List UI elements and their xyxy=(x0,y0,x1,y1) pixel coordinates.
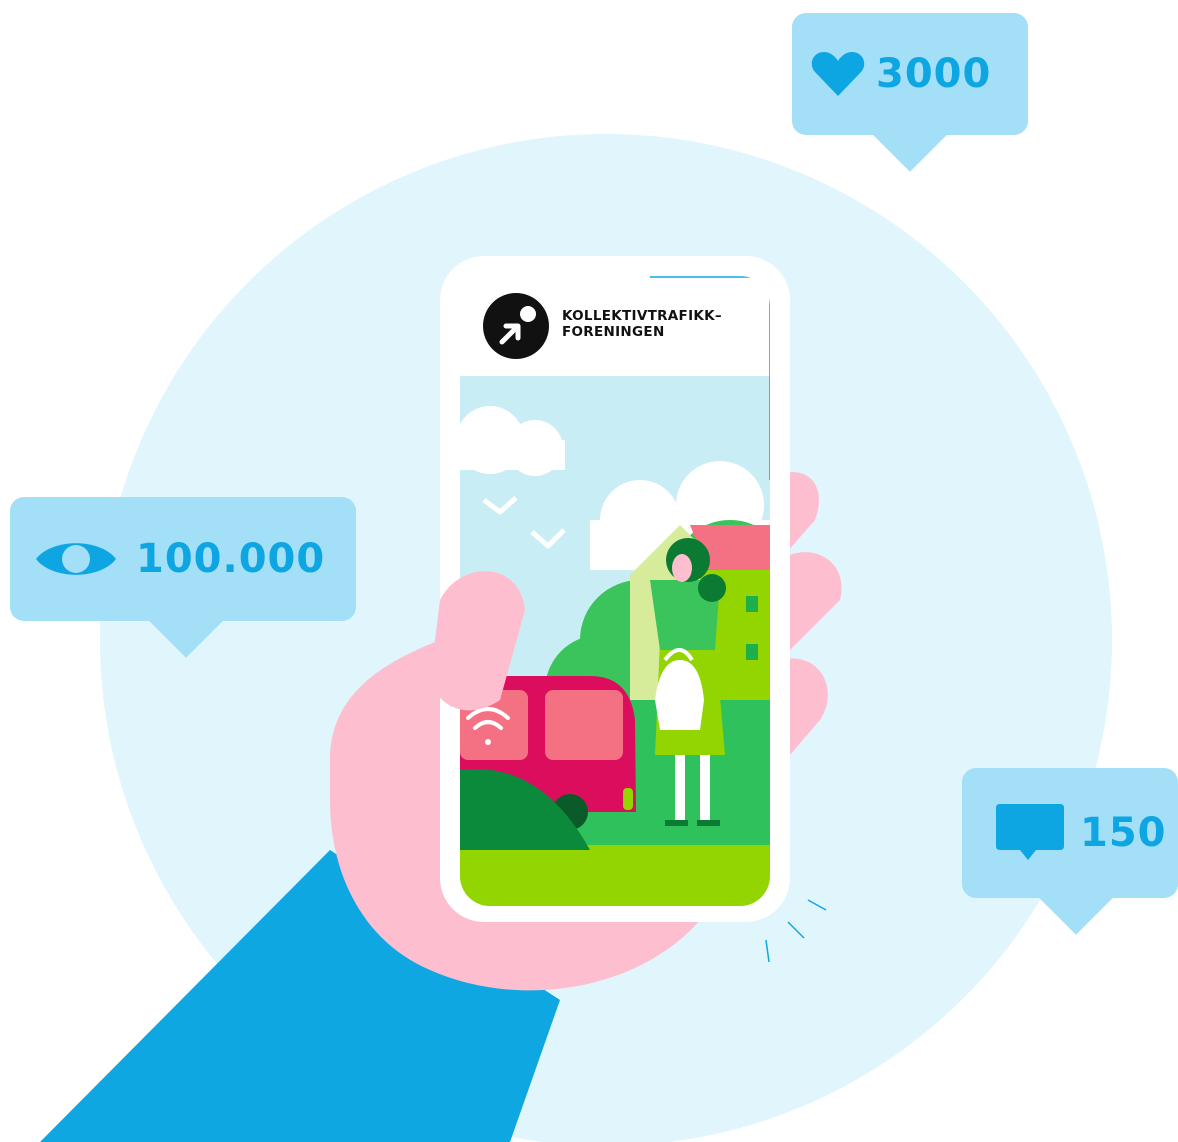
eye-icon xyxy=(36,543,116,575)
likes-count: 3000 xyxy=(876,51,992,97)
heart-icon xyxy=(811,52,865,96)
comment-icon xyxy=(996,804,1064,860)
comments-count: 150 xyxy=(1080,810,1167,856)
comments-bubble: 150 xyxy=(962,768,1178,898)
logo-line-1: KOLLEKTIVTRAFIKK– xyxy=(562,308,722,324)
views-count: 100.000 xyxy=(136,536,326,582)
logo-line-2: FORENINGEN xyxy=(562,324,665,340)
logo-text: KOLLEKTIVTRAFIKK– FORENINGEN xyxy=(562,308,722,340)
views-bubble: 100.000 xyxy=(10,497,356,621)
kollektivtrafikk-logo xyxy=(483,293,549,359)
likes-bubble: 3000 xyxy=(792,13,1028,135)
